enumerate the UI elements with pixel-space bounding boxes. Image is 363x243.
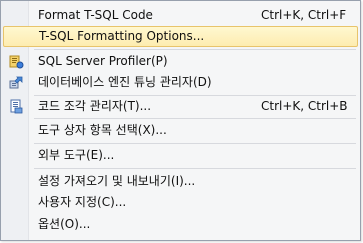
menu-item-label: 사용자 지정(C)... (38, 195, 127, 209)
tuning-advisor-icon (9, 75, 24, 90)
menu-item-label: 옵션(O)... (38, 217, 91, 231)
menu-item-label: 데이터베이스 엔진 튜닝 관리자(D) (38, 75, 212, 89)
menu-item-label: SQL Server Profiler(P) (38, 54, 168, 68)
menu-item-choose-toolbox-items[interactable]: 도구 상자 항목 선택(X)... (3, 120, 358, 141)
menu-item-shortcut: Ctrl+K, Ctrl+B (261, 99, 348, 113)
menu-item-label: T-SQL Formatting Options... (39, 29, 205, 43)
menu-item-label: Format T-SQL Code (38, 8, 153, 22)
profiler-icon (9, 54, 24, 69)
menu-separator (34, 168, 356, 169)
menu-item-label: 코드 조각 관리자(T)... (38, 99, 152, 113)
menu-item-import-export-settings[interactable]: 설정 가져오기 및 내보내기(I)... (3, 171, 358, 192)
menu-item-label: 외부 도구(E)... (38, 148, 115, 162)
menu-item-code-snippets-manager[interactable]: 코드 조각 관리자(T)... Ctrl+K, Ctrl+B (3, 96, 358, 117)
menu-separator (34, 143, 356, 144)
menu-separator (34, 49, 356, 50)
menu-item-label: 도구 상자 항목 선택(X)... (38, 123, 167, 137)
menu-item-customize[interactable]: 사용자 지정(C)... (3, 192, 358, 213)
menu-item-tsql-formatting-options[interactable]: T-SQL Formatting Options... (3, 26, 358, 47)
menu-item-label: 설정 가져오기 및 내보내기(I)... (38, 174, 196, 188)
tools-context-menu: Format T-SQL Code Ctrl+K, Ctrl+F T-SQL F… (0, 0, 361, 241)
menu-separator (34, 118, 356, 119)
snippets-icon (9, 99, 24, 114)
menu-item-options[interactable]: 옵션(O)... (3, 214, 358, 235)
menu-item-external-tools[interactable]: 외부 도구(E)... (3, 145, 358, 166)
menu-item-format-tsql[interactable]: Format T-SQL Code Ctrl+K, Ctrl+F (3, 5, 358, 26)
menu-item-sql-server-profiler[interactable]: SQL Server Profiler(P) (3, 51, 358, 72)
menu-item-shortcut: Ctrl+K, Ctrl+F (261, 8, 347, 22)
menu-item-tuning-advisor[interactable]: 데이터베이스 엔진 튜닝 관리자(D) (3, 72, 358, 93)
